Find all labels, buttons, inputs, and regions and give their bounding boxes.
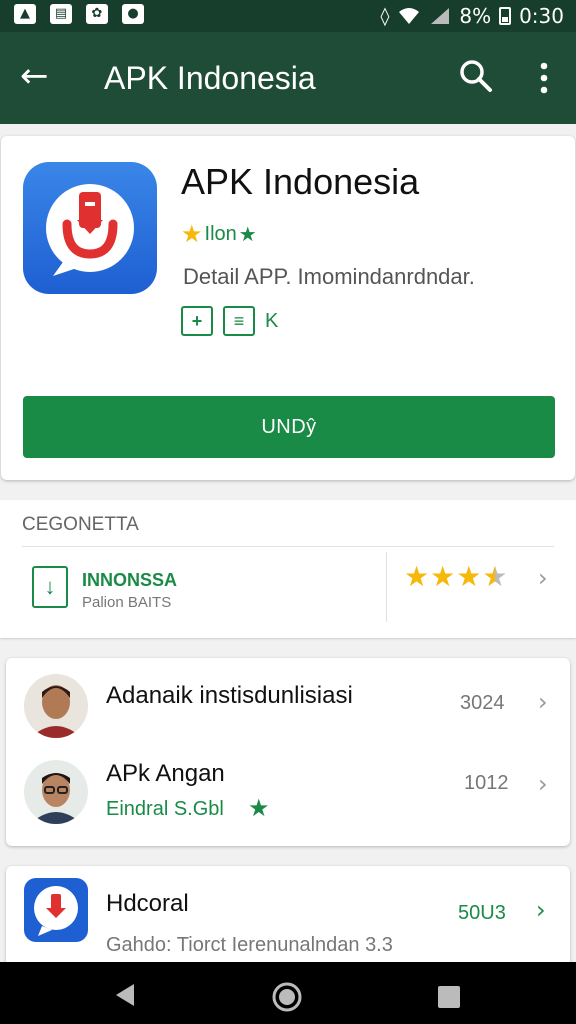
chevron-right-icon[interactable]: › (538, 770, 548, 798)
vibrate-icon: ◊ (380, 5, 390, 27)
publisher-name[interactable]: INNONSSA (82, 570, 177, 591)
list-item-title: Adanaik instisdunlisiasi (106, 682, 353, 709)
gallery-icon: ▤ (50, 4, 72, 24)
nav-recents-icon[interactable] (436, 984, 462, 1010)
chevron-right-icon[interactable]: › (536, 896, 546, 924)
app-logo-icon (23, 162, 157, 294)
list-item-count: 1012 (464, 772, 509, 794)
half-star-icon: ★ (482, 561, 509, 592)
app-badges: + ≡ K (181, 306, 278, 336)
list-item-subtitle: Eindral S.Gbl (106, 798, 224, 820)
app-logo-icon (24, 878, 88, 942)
rating-text: Ilon (204, 223, 237, 245)
signal-icon (431, 8, 450, 24)
chevron-right-icon[interactable]: › (538, 564, 548, 592)
back-arrow-icon[interactable]: ← (20, 56, 49, 96)
reviews-card: Adanaik instisdunlisiasi 3024 › APk Anga… (6, 658, 570, 846)
star-icon: ★ (404, 561, 431, 592)
app-rating: ★ Ilon ★ (181, 220, 257, 249)
star-icon: ★ (456, 561, 483, 592)
divider (22, 546, 554, 547)
avatar (24, 760, 88, 824)
avatar (24, 674, 88, 738)
star-icon: ★ (181, 221, 203, 248)
publisher-subtitle: Palion BAITS (82, 594, 172, 611)
install-button[interactable]: UNDŷ (23, 396, 555, 458)
wifi-icon (399, 8, 420, 24)
chat-icon: ● (122, 4, 144, 24)
star-outline-icon: ★ (238, 224, 257, 246)
app-name: APK Indonesia (181, 161, 420, 202)
search-icon[interactable] (458, 58, 494, 94)
star-icon: ★ (248, 795, 270, 822)
related-app-subtitle: Gahdo: Tiorct Ierenunalndan 3.3 (106, 934, 393, 956)
chevron-right-icon[interactable]: › (538, 688, 548, 716)
list-item-count: 3024 (460, 692, 505, 714)
app-header-card: APK Indonesia ★ Ilon ★ Detail APP. Imomi… (1, 136, 575, 480)
status-time: 0:30 (519, 4, 564, 28)
section-label: CEGONETTA (22, 514, 139, 535)
image-icon: ▲ (14, 4, 36, 24)
battery-icon (499, 7, 512, 25)
nav-back-icon[interactable] (112, 982, 138, 1008)
vertical-divider (386, 552, 387, 622)
related-app-title: Hdcoral (106, 890, 189, 917)
app-icon: ✿ (86, 4, 108, 24)
badge-text: K (265, 309, 279, 332)
editors-choice-icon: + (181, 306, 213, 336)
status-bar: ▲ ▤ ✿ ● ◊ 8% 0:30 (0, 0, 576, 32)
app-description: Detail APP. Imomindanrdndar. (183, 264, 475, 289)
publisher-card: CEGONETTA ↓ INNONSSA Palion BAITS ★★★★ › (0, 500, 576, 638)
nav-home-icon[interactable] (272, 982, 302, 1012)
app-bar-title: APK Indonesia (104, 60, 316, 96)
rating-stars[interactable]: ★★★★ (404, 560, 508, 593)
document-icon: ≡ (223, 306, 255, 336)
battery-percent: 8% (459, 4, 492, 28)
related-app-card[interactable]: Hdcoral 50U3 › Gahdo: Tiorct Ierenunalnd… (6, 866, 570, 976)
download-icon: ↓ (32, 566, 68, 608)
list-item-title: APk Angan (106, 760, 225, 787)
related-app-count: 50U3 (458, 902, 506, 924)
navigation-bar (0, 962, 576, 1024)
star-icon: ★ (430, 561, 457, 592)
app-bar: ← APK Indonesia (0, 32, 576, 124)
more-options-icon[interactable] (530, 60, 558, 96)
